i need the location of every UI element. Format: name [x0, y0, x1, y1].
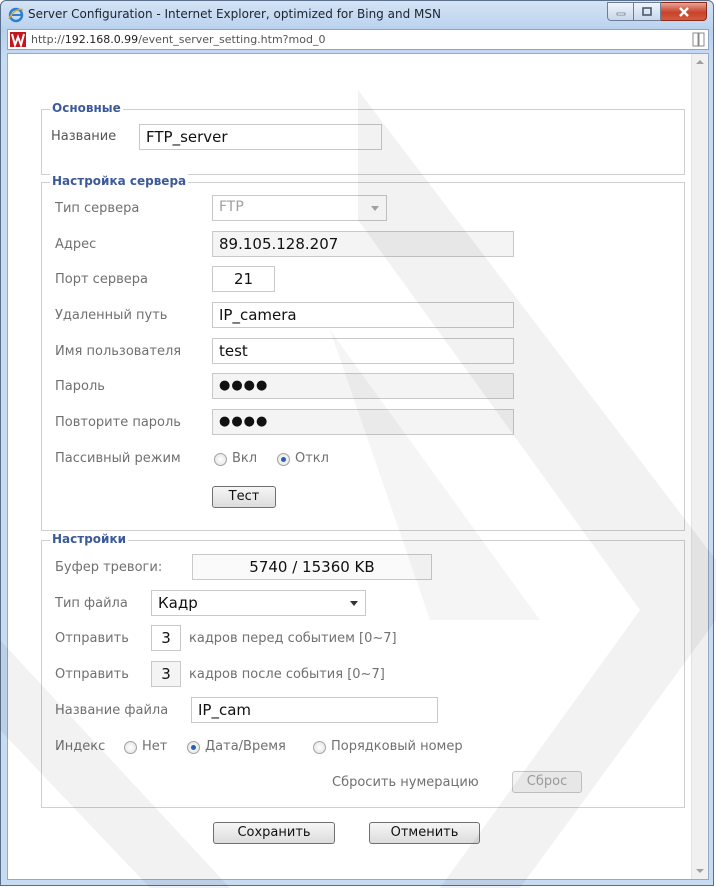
password-input[interactable]: ●●●●: [212, 373, 514, 399]
address-input[interactable]: 89.105.128.207: [212, 231, 514, 257]
title-bar: Server Configuration - Internet Explorer…: [1, 1, 713, 31]
compatibility-view-icon[interactable]: [692, 32, 705, 47]
basic-section: Основные Название FTP_server: [41, 101, 685, 175]
name-label: Название: [51, 129, 117, 144]
minimize-button[interactable]: [607, 2, 634, 21]
close-icon: [678, 6, 689, 17]
file-name-label: Название файла: [55, 703, 169, 718]
name-input[interactable]: FTP_server: [139, 124, 382, 150]
server-section: Настройка сервера Тип сервера FTP Адрес …: [41, 174, 685, 531]
address-url: http://192.168.0.99/event_server_setting…: [31, 33, 325, 46]
basic-legend: Основные: [50, 101, 123, 115]
close-button[interactable]: [661, 2, 707, 21]
server-type-select[interactable]: FTP: [212, 195, 387, 221]
address-bar[interactable]: http://192.168.0.99/event_server_setting…: [7, 29, 709, 50]
remote-path-label: Удаленный путь: [55, 308, 168, 323]
send-pre-label: Отправить: [55, 631, 129, 646]
username-input[interactable]: test: [212, 338, 514, 364]
server-type-value: FTP: [219, 199, 244, 215]
alarm-buffer-value: 5740 / 15360 KB: [192, 554, 432, 580]
maximize-icon: [642, 7, 652, 16]
server-legend: Настройка сервера: [50, 174, 189, 188]
settings-section: Настройки Буфер тревоги: 5740 / 15360 KB…: [41, 532, 685, 808]
minimize-icon: [616, 12, 625, 15]
url-path: /event_server_setting.htm?mod_0: [138, 33, 326, 46]
file-type-label: Тип файла: [55, 596, 128, 611]
repeat-password-label: Повторите пароль: [55, 415, 181, 430]
reset-numbering-label: Сбросить нумерацию: [332, 775, 479, 790]
alarm-buffer-label: Буфер тревоги:: [55, 560, 163, 575]
post-event-suffix: кадров после события [0~7]: [189, 667, 385, 682]
window-title: Server Configuration - Internet Explorer…: [28, 7, 441, 21]
index-serial-label: Порядковый номер: [331, 739, 463, 754]
file-type-value: Кадр: [158, 594, 198, 612]
settings-legend: Настройки: [50, 532, 129, 546]
site-logo-icon: [10, 32, 26, 47]
vertical-scrollbar[interactable]: [691, 54, 708, 879]
maximize-button[interactable]: [634, 2, 661, 21]
url-prefix: http://: [31, 33, 65, 46]
remote-path-input[interactable]: IP_camera: [212, 302, 514, 328]
page-content: Основные Название FTP_server Настройка с…: [7, 53, 709, 880]
index-label: Индекс: [55, 739, 106, 754]
index-serial-radio[interactable]: [313, 741, 326, 754]
passive-off-label: Откл: [295, 451, 329, 466]
post-event-frames-input[interactable]: 3: [151, 661, 181, 687]
index-none-label: Нет: [142, 739, 168, 754]
passive-mode-label: Пассивный режим: [55, 451, 181, 466]
cancel-button[interactable]: Отменить: [369, 822, 480, 844]
scroll-up-arrow-icon[interactable]: [692, 54, 708, 71]
index-none-radio[interactable]: [124, 741, 137, 754]
scroll-down-arrow-icon[interactable]: [692, 862, 708, 879]
internet-explorer-icon: [8, 7, 24, 23]
index-datetime-radio[interactable]: [187, 741, 200, 754]
chevron-down-icon: [350, 601, 358, 606]
reset-button[interactable]: Сброс: [512, 771, 582, 793]
chevron-down-icon: [371, 206, 379, 211]
test-button[interactable]: Тест: [212, 486, 276, 508]
username-label: Имя пользователя: [55, 344, 182, 359]
browser-window: Server Configuration - Internet Explorer…: [0, 0, 714, 886]
save-button[interactable]: Сохранить: [213, 822, 335, 844]
file-type-select[interactable]: Кадр: [151, 590, 366, 616]
passive-on-radio[interactable]: [214, 453, 227, 466]
repeat-password-input[interactable]: ●●●●: [212, 409, 514, 435]
url-host: 192.168.0.99: [64, 33, 139, 46]
window-controls: [607, 2, 707, 21]
passive-on-label: Вкл: [232, 451, 258, 466]
server-type-label: Тип сервера: [55, 201, 140, 216]
passive-off-radio[interactable]: [277, 453, 290, 466]
port-input[interactable]: 21: [212, 266, 275, 292]
pre-event-frames-input[interactable]: 3: [151, 625, 181, 651]
index-datetime-label: Дата/Время: [205, 739, 286, 754]
file-name-input[interactable]: IP_cam: [191, 697, 438, 723]
send-post-label: Отправить: [55, 667, 129, 682]
password-label: Пароль: [55, 379, 105, 394]
address-label: Адрес: [55, 237, 97, 252]
pre-event-suffix: кадров перед событием [0~7]: [189, 631, 397, 646]
port-label: Порт сервера: [55, 272, 148, 287]
